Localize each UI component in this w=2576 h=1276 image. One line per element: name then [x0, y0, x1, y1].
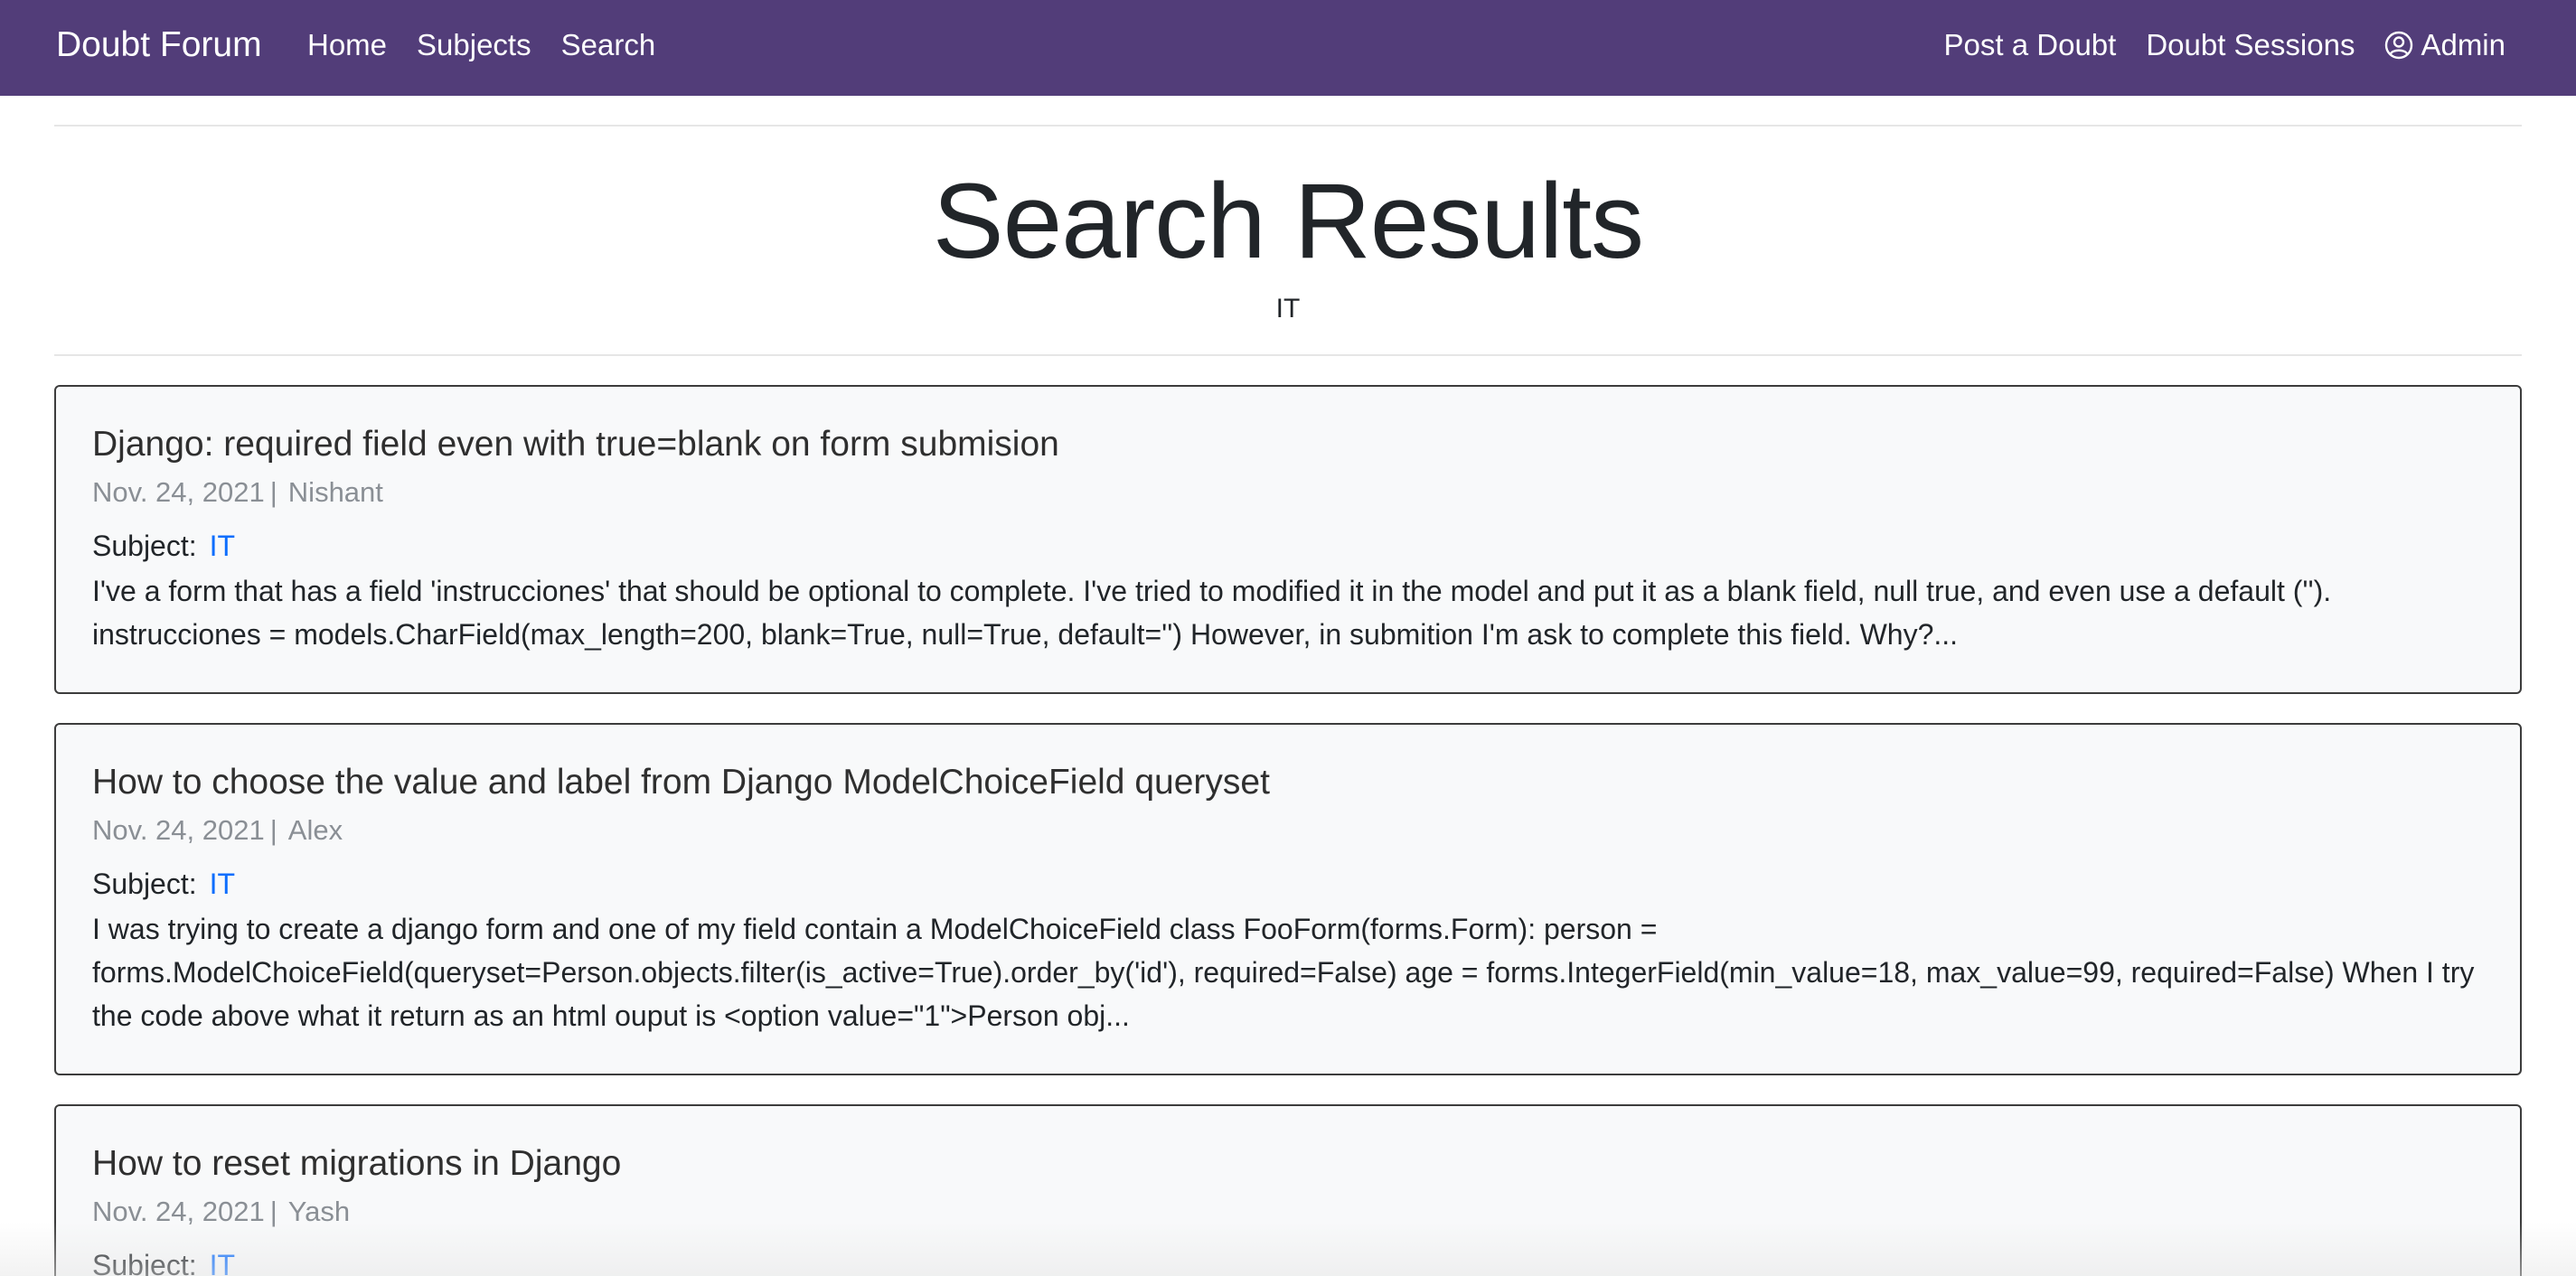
result-title-link[interactable]: Django: required field even with true=bl…: [92, 421, 1059, 468]
result-card[interactable]: Django: required field even with true=bl…: [54, 385, 2522, 694]
result-subject: Subject: IT: [92, 1245, 235, 1276]
result-date: Nov. 24, 2021: [92, 476, 265, 508]
search-results-header: Search Results IT: [54, 125, 2522, 356]
user-label: Admin: [2421, 28, 2505, 61]
result-title-link[interactable]: How to reset migrations in Django: [92, 1140, 621, 1187]
primary-nav: Home Subjects Search: [307, 22, 655, 69]
subject-link[interactable]: IT: [210, 530, 235, 562]
subject-label: Subject:: [92, 868, 197, 900]
user-circle-icon: [2385, 31, 2413, 60]
nav-subjects-link[interactable]: Subjects: [417, 22, 531, 69]
nav-home-link[interactable]: Home: [307, 22, 387, 69]
subject-link[interactable]: IT: [210, 868, 235, 900]
result-author: Alex: [287, 814, 343, 846]
top-navbar: Doubt Forum Home Subjects Search Post a …: [0, 0, 2576, 96]
search-query-label: IT: [1275, 294, 1301, 324]
doubt-sessions-link[interactable]: Doubt Sessions: [2146, 22, 2355, 69]
result-title-link[interactable]: How to choose the value and label from D…: [92, 759, 1270, 806]
subject-label: Subject:: [92, 1249, 197, 1276]
result-meta: Nov. 24, 2021 | Nishant: [92, 474, 383, 511]
secondary-nav: Post a Doubt Doubt Sessions Admin: [1944, 22, 2505, 69]
result-subject: Subject: IT: [92, 864, 235, 904]
result-card[interactable]: How to reset migrations in Django Nov. 2…: [54, 1104, 2522, 1276]
result-excerpt: I've a form that has a field 'instruccio…: [92, 575, 2332, 651]
nav-search-link[interactable]: Search: [561, 22, 656, 69]
result-subject: Subject: IT: [92, 526, 235, 566]
result-meta: Nov. 24, 2021 | Yash: [92, 1193, 350, 1231]
result-excerpt: I was trying to create a django form and…: [92, 913, 2475, 1032]
subject-link[interactable]: IT: [210, 1249, 235, 1276]
subject-label: Subject:: [92, 530, 197, 562]
result-date: Nov. 24, 2021: [92, 814, 265, 846]
result-author: Nishant: [287, 476, 383, 508]
meta-separator: |: [269, 1196, 277, 1227]
result-card[interactable]: How to choose the value and label from D…: [54, 723, 2522, 1075]
meta-separator: |: [269, 476, 277, 508]
user-menu-link[interactable]: Admin: [2384, 22, 2505, 69]
result-meta: Nov. 24, 2021 | Alex: [92, 812, 343, 849]
post-doubt-link[interactable]: Post a Doubt: [1944, 22, 2117, 69]
result-author: Yash: [287, 1196, 351, 1227]
result-date: Nov. 24, 2021: [92, 1196, 265, 1227]
meta-separator: |: [269, 814, 277, 846]
brand-logo-link[interactable]: Doubt Forum: [56, 22, 262, 69]
page-title: Search Results: [932, 162, 1644, 281]
